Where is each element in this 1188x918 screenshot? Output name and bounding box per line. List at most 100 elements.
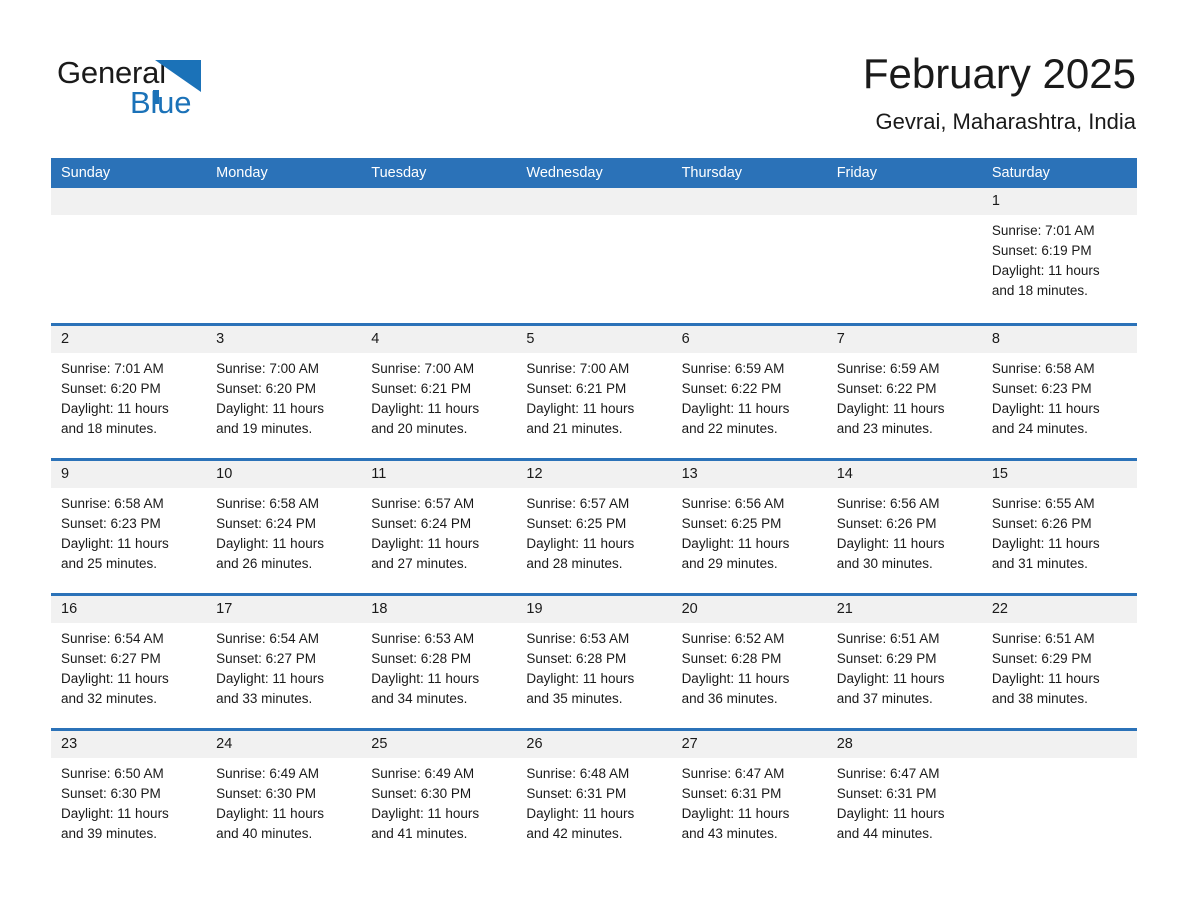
day-number-band bbox=[516, 188, 672, 215]
calendar-week-row: 1 Sunrise: 7:01 AM Sunset: 6:19 PM Daylight… bbox=[51, 188, 1137, 323]
calendar-day-cell[interactable]: 17 Sunrise: 6:54 AM Sunset: 6:27 PM Dayligh… bbox=[206, 596, 362, 728]
sunset-text: Sunset: 6:31 PM bbox=[681, 786, 782, 801]
daylight-text-line2: and 18 minutes. bbox=[61, 421, 158, 436]
sunrise-text: Sunrise: 6:52 AM bbox=[681, 631, 785, 646]
weekday-header-sunday: Sunday bbox=[61, 165, 111, 181]
calendar-day-cell[interactable]: 10 Sunrise: 6:58 AM Sunset: 6:24 PM Dayligh… bbox=[206, 461, 362, 593]
calendar-day-cell[interactable]: 11 Sunrise: 6:57 AM Sunset: 6:24 PM Dayligh… bbox=[361, 461, 517, 593]
daylight-text-line2: and 22 minutes. bbox=[681, 421, 778, 436]
general-blue-logo[interactable]: General Blue bbox=[57, 54, 257, 120]
daylight-text-line1: Daylight: 11 hours bbox=[681, 671, 790, 686]
calendar-day-cell[interactable]: 23 Sunrise: 6:50 AM Sunset: 6:30 PM Dayligh… bbox=[51, 731, 207, 863]
day-number: 17 bbox=[216, 601, 233, 617]
sunrise-text: Sunrise: 6:57 AM bbox=[526, 496, 630, 511]
day-number-band: 21 bbox=[826, 596, 982, 623]
calendar-day-cell[interactable]: 4 Sunrise: 7:00 AM Sunset: 6:21 PM Daylight… bbox=[361, 326, 517, 458]
sunrise-text: Sunrise: 6:49 AM bbox=[216, 766, 319, 781]
day-sun-info: Sunrise: 6:53 AM Sunset: 6:28 PM Daylight:… bbox=[516, 623, 671, 709]
day-number-band: 23 bbox=[51, 731, 207, 758]
day-number-band: 3 bbox=[206, 326, 362, 353]
weekday-header-monday: Monday bbox=[216, 165, 268, 181]
sunrise-text: Sunrise: 7:01 AM bbox=[61, 361, 164, 376]
calendar-day-cell[interactable]: 26 Sunrise: 6:48 AM Sunset: 6:31 PM Dayligh… bbox=[516, 731, 672, 863]
calendar-day-cell[interactable]: 6 Sunrise: 6:59 AM Sunset: 6:22 PM Daylight… bbox=[671, 326, 827, 458]
daylight-text-line1: Daylight: 11 hours bbox=[371, 401, 480, 416]
daylight-text-line1: Daylight: 11 hours bbox=[991, 671, 1100, 686]
day-number-band: 24 bbox=[206, 731, 362, 758]
day-number-band: 12 bbox=[516, 461, 672, 488]
calendar-day-cell[interactable]: 22 Sunrise: 6:51 AM Sunset: 6:29 PM Dayligh… bbox=[981, 596, 1137, 728]
daylight-text-line1: Daylight: 11 hours bbox=[526, 671, 635, 686]
sunrise-text: Sunrise: 6:54 AM bbox=[216, 631, 319, 646]
sunrise-text: Sunrise: 6:55 AM bbox=[991, 496, 1095, 511]
calendar-day-cell[interactable]: 28 Sunrise: 6:47 AM Sunset: 6:31 PM Dayligh… bbox=[826, 731, 982, 863]
sunset-text: Sunset: 6:25 PM bbox=[681, 516, 782, 531]
sunset-text: Sunset: 6:23 PM bbox=[991, 381, 1092, 396]
calendar-day-cell[interactable]: 19 Sunrise: 6:53 AM Sunset: 6:28 PM Dayligh… bbox=[516, 596, 672, 728]
daylight-text-line2: and 42 minutes. bbox=[526, 826, 623, 841]
daylight-text-line2: and 34 minutes. bbox=[371, 691, 468, 706]
calendar-day-cell[interactable]: 25 Sunrise: 6:49 AM Sunset: 6:30 PM Dayligh… bbox=[361, 731, 517, 863]
day-number: 23 bbox=[61, 736, 78, 752]
day-sun-info: Sunrise: 7:00 AM Sunset: 6:21 PM Daylight:… bbox=[361, 353, 516, 439]
calendar-day-cell[interactable]: 21 Sunrise: 6:51 AM Sunset: 6:29 PM Dayligh… bbox=[826, 596, 982, 728]
calendar-day-cell-empty bbox=[206, 188, 362, 323]
location-subtitle: Gevrai, Maharashtra, India bbox=[875, 109, 1136, 134]
day-number-band: 15 bbox=[981, 461, 1137, 488]
calendar-day-cell[interactable]: 12 Sunrise: 6:57 AM Sunset: 6:25 PM Dayligh… bbox=[516, 461, 672, 593]
day-number-band: 17 bbox=[206, 596, 362, 623]
sunset-text: Sunset: 6:28 PM bbox=[371, 651, 472, 666]
day-sun-info: Sunrise: 6:55 AM Sunset: 6:26 PM Daylight:… bbox=[982, 488, 1137, 574]
calendar-day-cell[interactable]: 14 Sunrise: 6:56 AM Sunset: 6:26 PM Dayligh… bbox=[826, 461, 982, 593]
day-sun-info: Sunrise: 6:59 AM Sunset: 6:22 PM Daylight:… bbox=[672, 353, 827, 439]
daylight-text-line1: Daylight: 11 hours bbox=[216, 806, 324, 821]
calendar-day-cell[interactable]: 5 Sunrise: 7:00 AM Sunset: 6:21 PM Daylight… bbox=[516, 326, 672, 458]
calendar-body: 1 Sunrise: 7:01 AM Sunset: 6:19 PM Daylight… bbox=[51, 188, 1137, 863]
calendar-day-cell[interactable]: 2 Sunrise: 7:01 AM Sunset: 6:20 PM Daylight… bbox=[51, 326, 207, 458]
calendar-day-cell-empty bbox=[826, 188, 982, 323]
sunrise-text: Sunrise: 7:00 AM bbox=[371, 361, 475, 376]
day-sun-info: Sunrise: 6:48 AM Sunset: 6:31 PM Daylight:… bbox=[516, 758, 671, 844]
calendar-day-cell[interactable]: 3 Sunrise: 7:00 AM Sunset: 6:20 PM Daylight… bbox=[206, 326, 362, 458]
sunrise-text: Sunrise: 6:53 AM bbox=[371, 631, 475, 646]
calendar-day-cell[interactable]: 9 Sunrise: 6:58 AM Sunset: 6:23 PM Daylight… bbox=[51, 461, 207, 593]
day-sun-info: Sunrise: 6:57 AM Sunset: 6:24 PM Daylight:… bbox=[361, 488, 516, 574]
daylight-text-line2: and 31 minutes. bbox=[991, 556, 1088, 571]
calendar-day-cell[interactable]: 18 Sunrise: 6:53 AM Sunset: 6:28 PM Dayligh… bbox=[361, 596, 517, 728]
calendar-day-cell-empty bbox=[361, 188, 517, 323]
calendar-day-cell[interactable]: 24 Sunrise: 6:49 AM Sunset: 6:30 PM Dayligh… bbox=[206, 731, 362, 863]
day-number-band bbox=[671, 188, 827, 215]
title-block: February 2025 Gevrai, Maharashtra, India bbox=[863, 48, 1136, 135]
daylight-text-line1: Daylight: 11 hours bbox=[371, 671, 480, 686]
calendar-day-cell[interactable]: 27 Sunrise: 6:47 AM Sunset: 6:31 PM Dayligh… bbox=[671, 731, 827, 863]
day-number-band: 4 bbox=[361, 326, 517, 353]
calendar-day-cell[interactable]: 15 Sunrise: 6:55 AM Sunset: 6:26 PM Dayligh… bbox=[981, 461, 1137, 593]
sunset-text: Sunset: 6:22 PM bbox=[836, 381, 937, 396]
day-number-band: 13 bbox=[671, 461, 827, 488]
day-number: 24 bbox=[216, 736, 233, 752]
sunset-text: Sunset: 6:22 PM bbox=[681, 381, 782, 396]
day-sun-info: Sunrise: 7:00 AM Sunset: 6:21 PM Daylight:… bbox=[516, 353, 671, 439]
sunset-text: Sunset: 6:20 PM bbox=[216, 381, 316, 396]
daylight-text-line1: Daylight: 11 hours bbox=[216, 671, 324, 686]
weekday-header-friday: Friday bbox=[836, 165, 877, 181]
calendar-day-cell[interactable]: 1 Sunrise: 7:01 AM Sunset: 6:19 PM Daylight… bbox=[981, 188, 1137, 323]
sunset-text: Sunset: 6:19 PM bbox=[991, 243, 1092, 258]
daylight-text-line2: and 21 minutes. bbox=[526, 421, 623, 436]
daylight-text-line2: and 36 minutes. bbox=[681, 691, 778, 706]
daylight-text-line2: and 29 minutes. bbox=[681, 556, 778, 571]
daylight-text-line2: and 19 minutes. bbox=[216, 421, 313, 436]
calendar-day-cell[interactable]: 7 Sunrise: 6:59 AM Sunset: 6:22 PM Daylight… bbox=[826, 326, 982, 458]
calendar-day-cell[interactable]: 16 Sunrise: 6:54 AM Sunset: 6:27 PM Dayligh… bbox=[51, 596, 207, 728]
weekday-header-wednesday: Wednesday bbox=[526, 165, 603, 181]
day-number: 6 bbox=[681, 331, 690, 347]
calendar-day-cell[interactable]: 13 Sunrise: 6:56 AM Sunset: 6:25 PM Dayligh… bbox=[671, 461, 827, 593]
sunrise-text: Sunrise: 6:53 AM bbox=[526, 631, 630, 646]
day-number: 8 bbox=[991, 331, 1000, 347]
sunset-text: Sunset: 6:23 PM bbox=[61, 516, 161, 531]
daylight-text-line2: and 28 minutes. bbox=[526, 556, 623, 571]
calendar-week-row: 16 Sunrise: 6:54 AM Sunset: 6:27 PM Dayligh… bbox=[51, 593, 1137, 728]
calendar-day-cell[interactable]: 8 Sunrise: 6:58 AM Sunset: 6:23 PM Daylight… bbox=[981, 326, 1137, 458]
weekday-header-saturday: Saturday bbox=[991, 165, 1050, 181]
calendar-day-cell[interactable]: 20 Sunrise: 6:52 AM Sunset: 6:28 PM Dayligh… bbox=[671, 596, 827, 728]
